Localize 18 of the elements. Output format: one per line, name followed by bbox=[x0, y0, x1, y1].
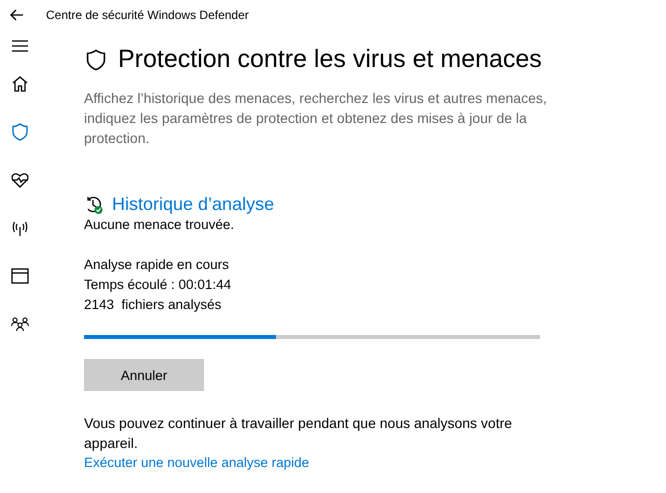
quick-scan-link[interactable]: Exécuter une nouvelle analyse rapide bbox=[84, 455, 310, 470]
scan-info-text: 2143 fichiers analysés bbox=[84, 296, 222, 314]
scan-info-text: Analyse rapide en cours bbox=[84, 256, 230, 274]
window-title: Centre de sécurité Windows Defender bbox=[46, 8, 249, 22]
scan-info-text: Temps écoulé : 00:01:44 bbox=[84, 276, 232, 294]
back-icon[interactable] bbox=[10, 9, 24, 21]
page-description: Affichez l’historique des menaces, recherchez les virus et autres menaces, indiquez les paramètres de protection et obtenez des mises à jour de la protection. bbox=[84, 89, 548, 148]
home-icon[interactable] bbox=[10, 74, 30, 94]
menu-icon[interactable] bbox=[12, 40, 28, 52]
info-text: Vous pouvez continuer à travailler pendant que nous analysons votre appareil. bbox=[84, 414, 514, 453]
status-text: Aucune menace trouvée. bbox=[84, 216, 236, 234]
shield-icon bbox=[84, 46, 108, 72]
health-icon[interactable] bbox=[10, 170, 30, 190]
cancel-button[interactable]: Annuler bbox=[84, 359, 204, 391]
page-title: Protection contre les virus et menaces bbox=[118, 45, 542, 74]
shield-icon[interactable] bbox=[10, 122, 30, 142]
browser-icon[interactable] bbox=[10, 266, 30, 286]
section-heading: Historique d’analyse bbox=[112, 194, 274, 215]
